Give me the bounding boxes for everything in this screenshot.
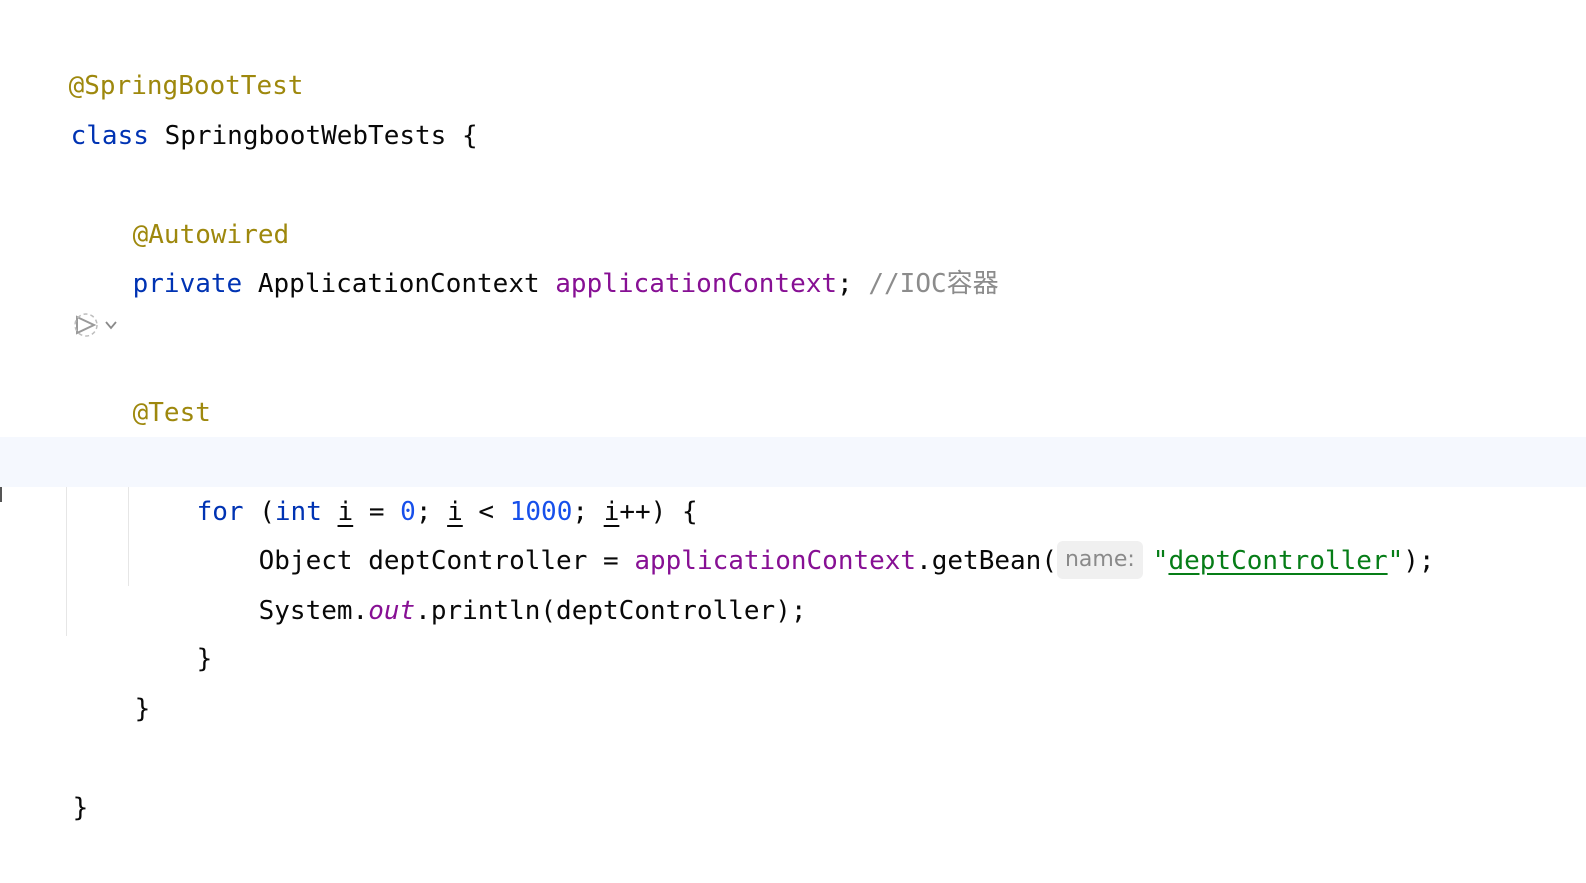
code-line-current[interactable]: for (int i = 0; i < 1000; i++) { — [0, 437, 1586, 527]
code-line[interactable]: } — [0, 584, 1586, 674]
code-line[interactable]: public void testScope(){ — [0, 387, 1586, 477]
code-editor[interactable]: @SpringBootTest class SpringbootWebTests… — [0, 0, 1586, 837]
brace: } — [72, 793, 89, 823]
field-name: applicationContext — [555, 269, 838, 299]
code-line[interactable]: } — [0, 733, 1586, 823]
code-line[interactable]: } — [0, 634, 1586, 724]
run-test-gutter[interactable] — [72, 310, 118, 340]
chevron-down-icon[interactable] — [104, 318, 118, 332]
code-line[interactable]: class SpringbootWebTests { — [0, 61, 1586, 151]
code-line[interactable]: private ApplicationContext applicationCo… — [0, 209, 1586, 299]
code-line[interactable]: @SpringBootTest — [0, 11, 1586, 101]
type-name: ApplicationContext — [257, 269, 540, 299]
code-line[interactable]: @Test — [0, 338, 1586, 428]
keyword: class — [70, 121, 149, 151]
class-name: SpringbootWebTests — [164, 121, 447, 151]
keyword: private — [132, 269, 243, 299]
code-line[interactable]: @Autowired — [0, 160, 1586, 250]
semicolon: ; — [837, 269, 853, 299]
run-test-icon[interactable] — [72, 311, 100, 339]
brace: } — [134, 694, 151, 724]
code-line[interactable]: Object deptController = applicationConte… — [0, 486, 1586, 579]
comment: //IOC容器 — [868, 269, 999, 299]
brace: { — [461, 121, 478, 151]
code-line[interactable]: System.out.println(deptController); — [0, 536, 1586, 626]
